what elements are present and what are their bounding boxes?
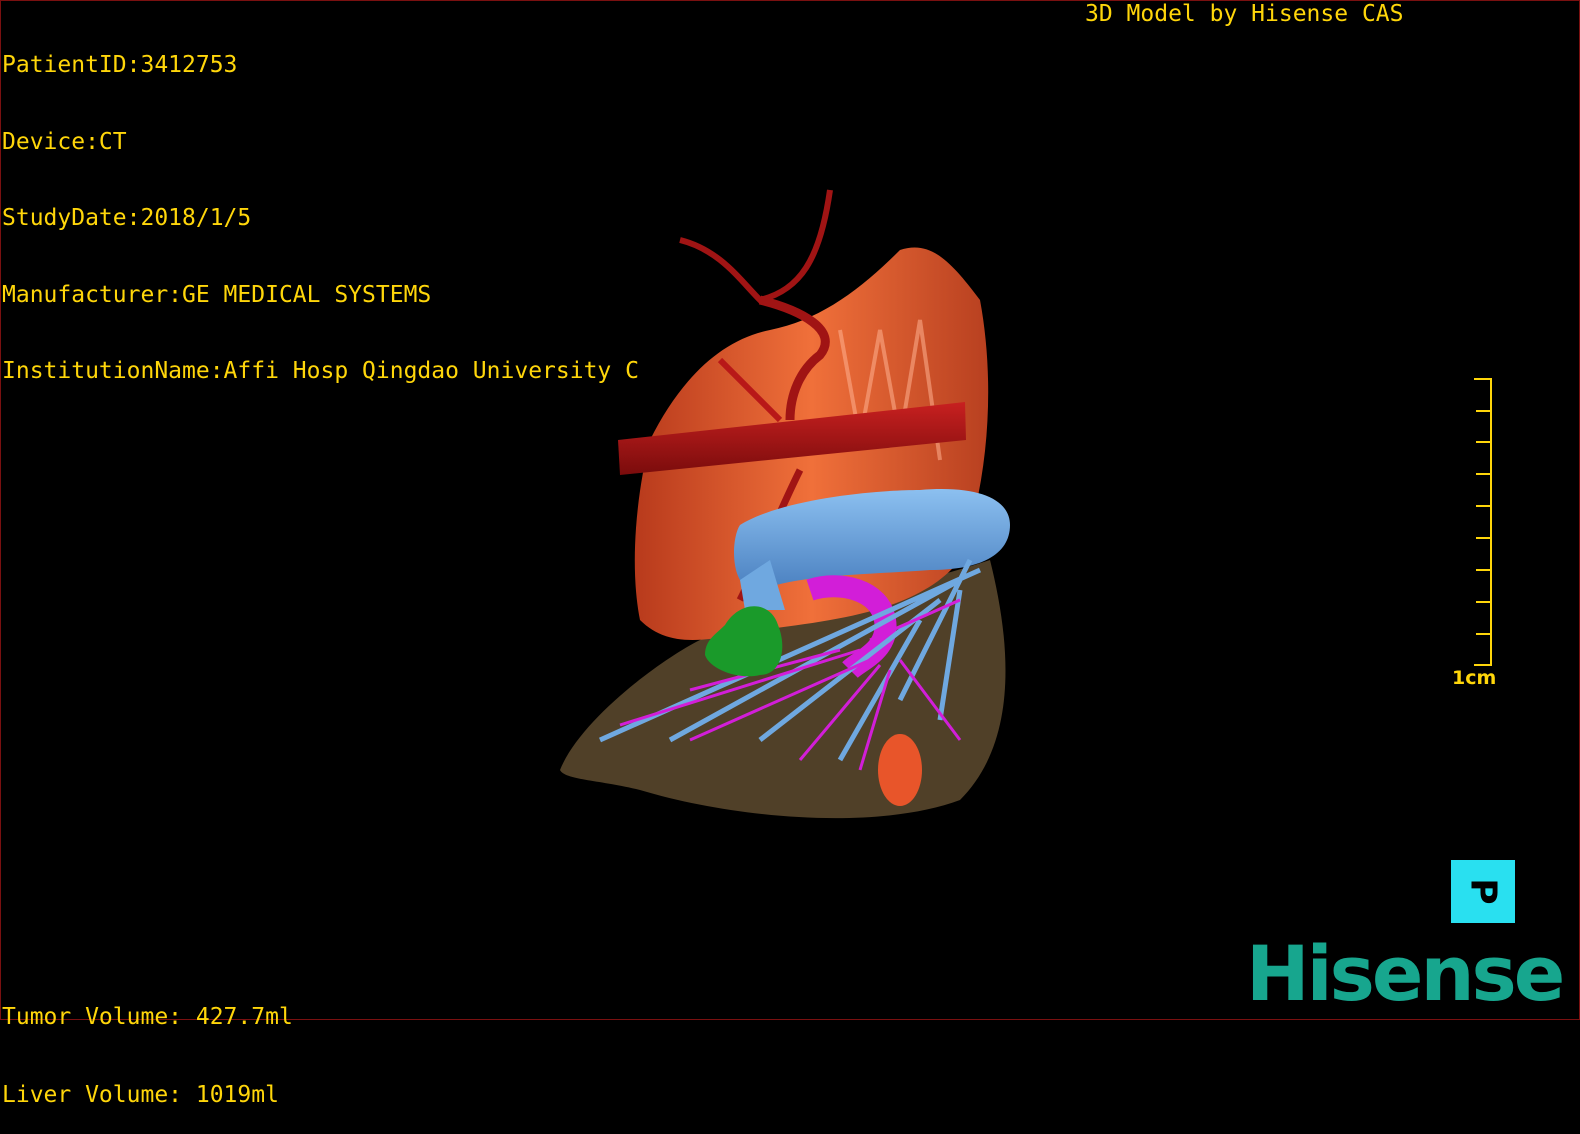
patient-id-text: PatientID:3412753 <box>2 52 238 78</box>
liver-3d-model[interactable] <box>540 180 1040 830</box>
orientation-cube-icon[interactable]: P <box>1451 860 1515 923</box>
liver-volume-text: Liver Volume: 1019ml <box>2 1082 279 1108</box>
model-credit-text: 3D Model by Hisense CAS <box>1085 1 1404 27</box>
scale-bar-label: 1cm <box>1452 667 1497 689</box>
device-text: Device:CT <box>2 128 127 155</box>
hisense-logo: Hisense <box>1246 929 1565 1018</box>
volume-readout: Tumor Volume: 427.7ml Liver Volume: 1019… <box>2 952 293 1134</box>
tumor-volume-text: Tumor Volume: 427.7ml <box>2 1004 293 1030</box>
scale-bar <box>1474 378 1492 666</box>
orientation-label: P <box>1462 878 1504 905</box>
tumor-shape <box>878 734 922 806</box>
artery-branch-shape <box>679 189 833 304</box>
